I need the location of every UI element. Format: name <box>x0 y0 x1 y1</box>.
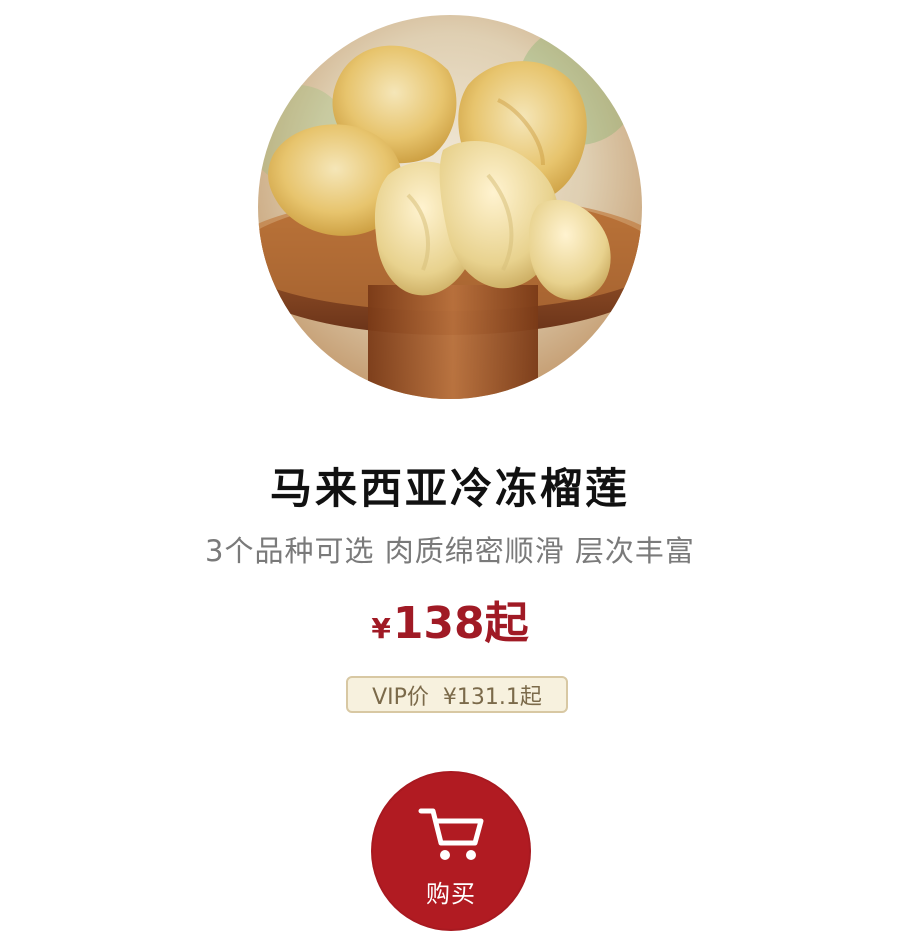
vip-label: VIP价 <box>372 684 429 710</box>
price: ¥138起 <box>0 602 900 646</box>
vip-price-badge: VIP价 ¥131.1起 <box>346 676 568 713</box>
product-image[interactable] <box>258 15 642 399</box>
vip-price: ¥131.1起 <box>442 684 542 710</box>
buy-button[interactable]: 购买 <box>371 771 531 931</box>
product-card: 马来西亚冷冻榴莲 3个品种可选 肉质绵密顺滑 层次丰富 ¥138起 VIP价 ¥… <box>0 0 900 934</box>
buy-label: 购买 <box>426 880 476 908</box>
shopping-cart-icon <box>418 808 484 860</box>
durian-illustration <box>258 25 642 399</box>
price-suffix: 起 <box>484 598 529 649</box>
price-amount: 138 <box>392 598 485 649</box>
product-subtitle: 3个品种可选 肉质绵密顺滑 层次丰富 <box>205 534 695 568</box>
price-currency: ¥ <box>371 612 391 645</box>
product-title: 马来西亚冷冻榴莲 <box>269 464 630 513</box>
